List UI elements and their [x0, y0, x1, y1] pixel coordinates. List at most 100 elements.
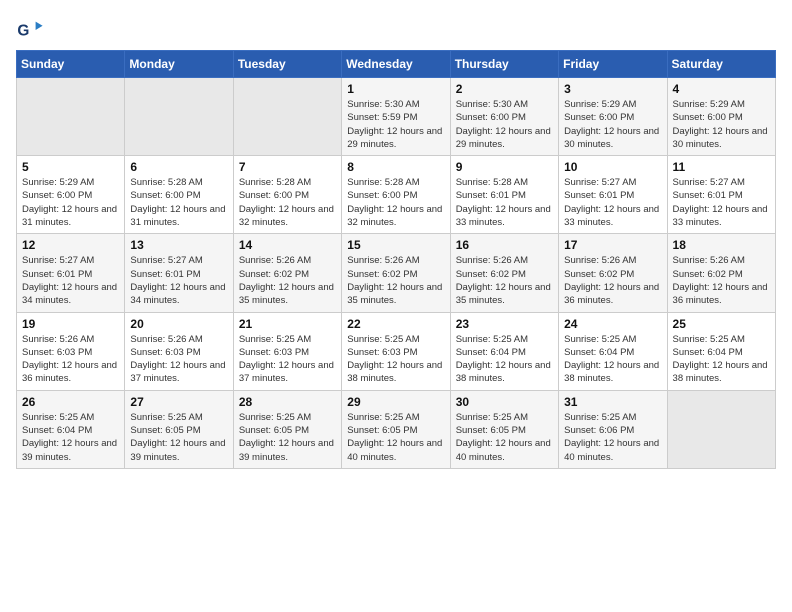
day-number: 8: [347, 160, 444, 174]
day-info: Sunrise: 5:28 AMSunset: 6:00 PMDaylight:…: [130, 176, 227, 229]
calendar-cell: 13 Sunrise: 5:27 AMSunset: 6:01 PMDayligh…: [125, 234, 233, 312]
day-info: Sunrise: 5:29 AMSunset: 6:00 PMDaylight:…: [22, 176, 119, 229]
day-info: Sunrise: 5:26 AMSunset: 6:02 PMDaylight:…: [673, 254, 770, 307]
day-info: Sunrise: 5:25 AMSunset: 6:06 PMDaylight:…: [564, 411, 661, 464]
calendar-week-row: 1 Sunrise: 5:30 AMSunset: 5:59 PMDaylight…: [17, 78, 776, 156]
day-info: Sunrise: 5:28 AMSunset: 6:01 PMDaylight:…: [456, 176, 553, 229]
day-number: 10: [564, 160, 661, 174]
calendar-cell: 8 Sunrise: 5:28 AMSunset: 6:00 PMDaylight…: [342, 156, 450, 234]
calendar-cell: 28 Sunrise: 5:25 AMSunset: 6:05 PMDayligh…: [233, 390, 341, 468]
day-number: 1: [347, 82, 444, 96]
calendar-cell: 11 Sunrise: 5:27 AMSunset: 6:01 PMDayligh…: [667, 156, 775, 234]
calendar-cell: 27 Sunrise: 5:25 AMSunset: 6:05 PMDayligh…: [125, 390, 233, 468]
day-info: Sunrise: 5:28 AMSunset: 6:00 PMDaylight:…: [347, 176, 444, 229]
calendar-cell: 26Sunrise: 5:25 AMSunset: 6:04 PMDayligh…: [17, 390, 125, 468]
day-number: 5: [22, 160, 119, 174]
day-number: 4: [673, 82, 770, 96]
day-info: Sunrise: 5:25 AMSunset: 6:05 PMDaylight:…: [456, 411, 553, 464]
calendar-day-header: Thursday: [450, 51, 558, 78]
day-number: 22: [347, 317, 444, 331]
day-number: 6: [130, 160, 227, 174]
page-header: G: [16, 16, 776, 44]
calendar-cell: 9 Sunrise: 5:28 AMSunset: 6:01 PMDaylight…: [450, 156, 558, 234]
calendar-cell: 20 Sunrise: 5:26 AMSunset: 6:03 PMDayligh…: [125, 312, 233, 390]
calendar-body: 1 Sunrise: 5:30 AMSunset: 5:59 PMDaylight…: [17, 78, 776, 469]
calendar-day-header: Monday: [125, 51, 233, 78]
day-number: 19: [22, 317, 119, 331]
day-info: Sunrise: 5:25 AMSunset: 6:03 PMDaylight:…: [347, 333, 444, 386]
day-info: Sunrise: 5:26 AMSunset: 6:03 PMDaylight:…: [130, 333, 227, 386]
logo-icon: G: [16, 16, 44, 44]
day-number: 16: [456, 238, 553, 252]
day-number: 3: [564, 82, 661, 96]
calendar-cell: 19 Sunrise: 5:26 AMSunset: 6:03 PMDayligh…: [17, 312, 125, 390]
calendar-cell: 17 Sunrise: 5:26 AMSunset: 6:02 PMDayligh…: [559, 234, 667, 312]
day-number: 18: [673, 238, 770, 252]
day-info: Sunrise: 5:30 AMSunset: 5:59 PMDaylight:…: [347, 98, 444, 151]
calendar-cell: [667, 390, 775, 468]
calendar-cell: 18 Sunrise: 5:26 AMSunset: 6:02 PMDayligh…: [667, 234, 775, 312]
calendar-cell: 25 Sunrise: 5:25 AMSunset: 6:04 PMDayligh…: [667, 312, 775, 390]
calendar-cell: 21 Sunrise: 5:25 AMSunset: 6:03 PMDayligh…: [233, 312, 341, 390]
day-number: 29: [347, 395, 444, 409]
day-number: 2: [456, 82, 553, 96]
calendar-week-row: 19 Sunrise: 5:26 AMSunset: 6:03 PMDayligh…: [17, 312, 776, 390]
day-number: 14: [239, 238, 336, 252]
calendar-cell: [233, 78, 341, 156]
day-number: 11: [673, 160, 770, 174]
calendar-cell: 22 Sunrise: 5:25 AMSunset: 6:03 PMDayligh…: [342, 312, 450, 390]
calendar-day-header: Sunday: [17, 51, 125, 78]
day-info: Sunrise: 5:26 AMSunset: 6:02 PMDaylight:…: [564, 254, 661, 307]
day-info: Sunrise: 5:26 AMSunset: 6:03 PMDaylight:…: [22, 333, 119, 386]
calendar-cell: 29 Sunrise: 5:25 AMSunset: 6:05 PMDayligh…: [342, 390, 450, 468]
calendar-day-header: Wednesday: [342, 51, 450, 78]
calendar-cell: 12Sunrise: 5:27 AMSunset: 6:01 PMDayligh…: [17, 234, 125, 312]
calendar-day-header: Tuesday: [233, 51, 341, 78]
calendar-header-row: SundayMondayTuesdayWednesdayThursdayFrid…: [17, 51, 776, 78]
day-number: 28: [239, 395, 336, 409]
day-info: Sunrise: 5:27 AMSunset: 6:01 PMDaylight:…: [673, 176, 770, 229]
calendar-cell: 3Sunrise: 5:29 AMSunset: 6:00 PMDaylight…: [559, 78, 667, 156]
day-info: Sunrise: 5:28 AMSunset: 6:00 PMDaylight:…: [239, 176, 336, 229]
calendar-day-header: Friday: [559, 51, 667, 78]
day-info: Sunrise: 5:26 AMSunset: 6:02 PMDaylight:…: [239, 254, 336, 307]
logo: G: [16, 16, 48, 44]
day-number: 17: [564, 238, 661, 252]
day-info: Sunrise: 5:27 AMSunset: 6:01 PMDaylight:…: [130, 254, 227, 307]
calendar-cell: 31Sunrise: 5:25 AMSunset: 6:06 PMDayligh…: [559, 390, 667, 468]
day-number: 24: [564, 317, 661, 331]
calendar-cell: 30Sunrise: 5:25 AMSunset: 6:05 PMDayligh…: [450, 390, 558, 468]
day-number: 27: [130, 395, 227, 409]
calendar-cell: 5 Sunrise: 5:29 AMSunset: 6:00 PMDaylight…: [17, 156, 125, 234]
calendar-cell: 14 Sunrise: 5:26 AMSunset: 6:02 PMDayligh…: [233, 234, 341, 312]
day-number: 12: [22, 238, 119, 252]
calendar-cell: 23 Sunrise: 5:25 AMSunset: 6:04 PMDayligh…: [450, 312, 558, 390]
day-info: Sunrise: 5:25 AMSunset: 6:05 PMDaylight:…: [130, 411, 227, 464]
day-info: Sunrise: 5:25 AMSunset: 6:03 PMDaylight:…: [239, 333, 336, 386]
calendar-cell: 2 Sunrise: 5:30 AMSunset: 6:00 PMDaylight…: [450, 78, 558, 156]
day-info: Sunrise: 5:25 AMSunset: 6:04 PMDaylight:…: [673, 333, 770, 386]
day-number: 26: [22, 395, 119, 409]
day-info: Sunrise: 5:26 AMSunset: 6:02 PMDaylight:…: [456, 254, 553, 307]
day-info: Sunrise: 5:30 AMSunset: 6:00 PMDaylight:…: [456, 98, 553, 151]
day-number: 13: [130, 238, 227, 252]
day-number: 23: [456, 317, 553, 331]
calendar-cell: 24Sunrise: 5:25 AMSunset: 6:04 PMDayligh…: [559, 312, 667, 390]
day-number: 21: [239, 317, 336, 331]
calendar-week-row: 26Sunrise: 5:25 AMSunset: 6:04 PMDayligh…: [17, 390, 776, 468]
day-number: 25: [673, 317, 770, 331]
calendar-cell: 7 Sunrise: 5:28 AMSunset: 6:00 PMDaylight…: [233, 156, 341, 234]
day-info: Sunrise: 5:25 AMSunset: 6:05 PMDaylight:…: [347, 411, 444, 464]
day-info: Sunrise: 5:25 AMSunset: 6:05 PMDaylight:…: [239, 411, 336, 464]
day-number: 20: [130, 317, 227, 331]
calendar-cell: [125, 78, 233, 156]
calendar-table: SundayMondayTuesdayWednesdayThursdayFrid…: [16, 50, 776, 469]
day-info: Sunrise: 5:25 AMSunset: 6:04 PMDaylight:…: [456, 333, 553, 386]
calendar-week-row: 5 Sunrise: 5:29 AMSunset: 6:00 PMDaylight…: [17, 156, 776, 234]
calendar-cell: 16 Sunrise: 5:26 AMSunset: 6:02 PMDayligh…: [450, 234, 558, 312]
calendar-cell: 6 Sunrise: 5:28 AMSunset: 6:00 PMDaylight…: [125, 156, 233, 234]
day-number: 9: [456, 160, 553, 174]
day-number: 7: [239, 160, 336, 174]
calendar-cell: 10Sunrise: 5:27 AMSunset: 6:01 PMDayligh…: [559, 156, 667, 234]
calendar-cell: 1 Sunrise: 5:30 AMSunset: 5:59 PMDaylight…: [342, 78, 450, 156]
